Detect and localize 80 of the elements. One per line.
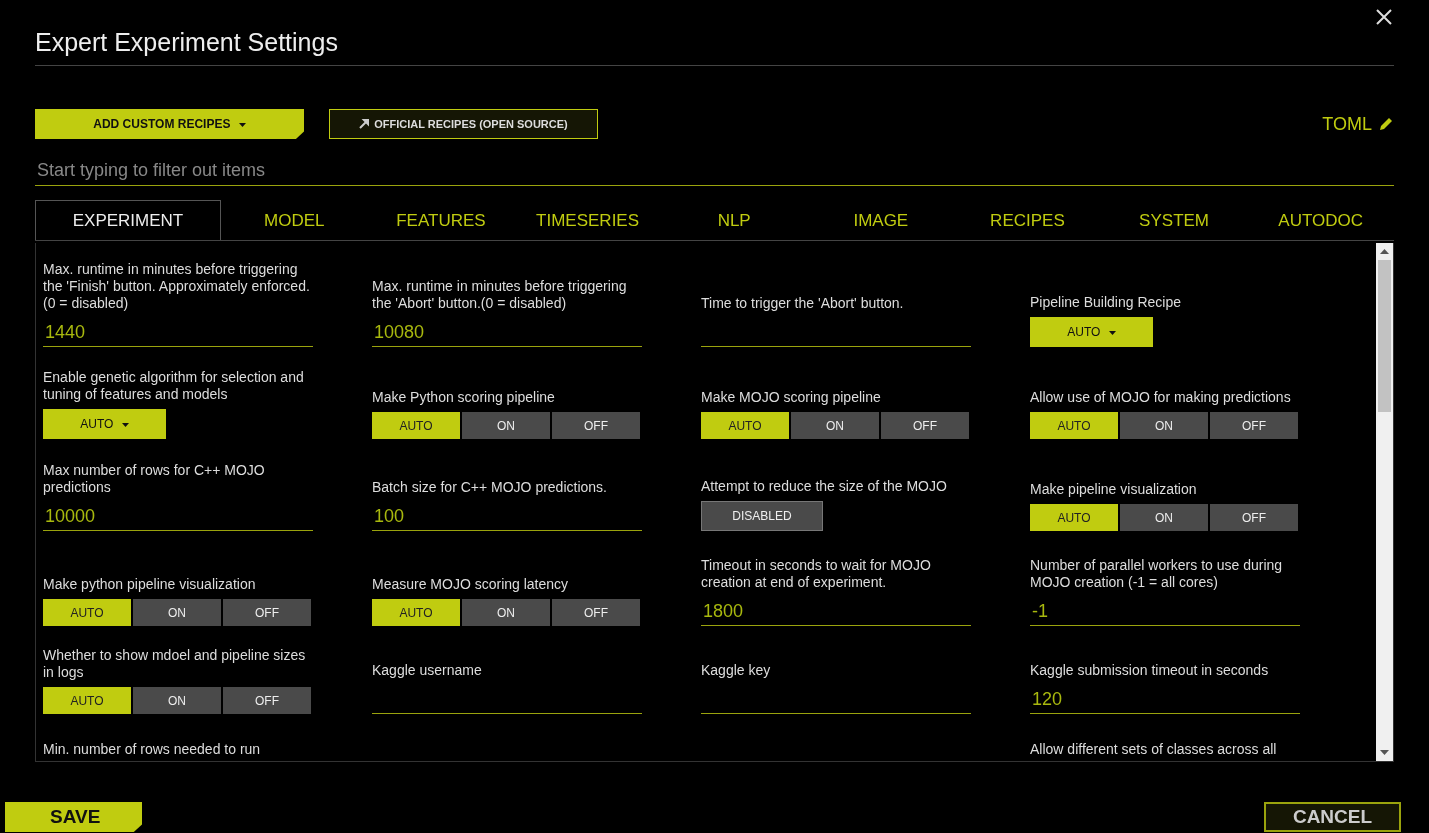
filter-field[interactable]: Start typing to filter out items bbox=[35, 156, 1394, 186]
segment-button[interactable]: AUTO bbox=[372, 412, 460, 439]
setting-label: Whether to show mdoel and pipeline sizes in logs bbox=[43, 647, 307, 681]
setting-label: Enable genetic algorithm for selection and tuning of features and models bbox=[43, 369, 305, 403]
input-field[interactable]: 1800 bbox=[701, 597, 971, 626]
segment-button[interactable]: ON bbox=[133, 599, 221, 626]
scrollbar[interactable] bbox=[1376, 243, 1393, 761]
scroll-down-icon[interactable] bbox=[1380, 750, 1389, 755]
segment-button[interactable]: AUTO bbox=[701, 412, 789, 439]
close-button[interactable] bbox=[1375, 8, 1393, 26]
official-recipes-button[interactable]: OFFICIAL RECIPES (OPEN SOURCE) bbox=[329, 109, 598, 139]
segment-button[interactable]: OFF bbox=[881, 412, 969, 439]
toml-button[interactable]: TOML bbox=[1322, 113, 1394, 135]
setting-label: Measure MOJO scoring latency bbox=[372, 576, 570, 593]
segment-button[interactable]: OFF bbox=[1210, 412, 1298, 439]
input-field[interactable]: 10080 bbox=[372, 318, 642, 347]
input-field[interactable]: 10000 bbox=[43, 502, 313, 531]
setting-label: Make pipeline visualization bbox=[1030, 481, 1198, 498]
tab[interactable]: RECIPES bbox=[954, 200, 1101, 240]
tab[interactable]: NLP bbox=[660, 200, 808, 240]
caret-icon bbox=[238, 122, 246, 127]
segment-button[interactable]: OFF bbox=[223, 599, 311, 626]
setting-label: Number of parallel workers to use during MOJO creation (-1 = all cores) bbox=[1030, 557, 1284, 591]
caret-icon bbox=[121, 422, 129, 427]
tab[interactable]: MODEL bbox=[221, 200, 368, 240]
segment-button[interactable]: AUTO bbox=[1030, 504, 1118, 531]
setting-label: Max. runtime in minutes before triggering the 'Finish' button. Approximately enforced. (0 = disabled) bbox=[43, 261, 311, 312]
tab[interactable]: FEATURES bbox=[367, 200, 515, 240]
pencil-icon bbox=[1378, 116, 1394, 132]
segment-button[interactable]: OFF bbox=[552, 599, 640, 626]
setting-label: Make python pipeline visualization bbox=[43, 576, 257, 593]
tab[interactable]: TIMESERIES bbox=[514, 200, 661, 240]
setting-label: Attempt to reduce the size of the MOJO bbox=[701, 478, 948, 495]
setting-label: Make MOJO scoring pipeline bbox=[701, 389, 882, 406]
segment-button[interactable]: AUTO bbox=[372, 599, 460, 626]
setting-label: Time to trigger the 'Abort' button. bbox=[701, 295, 905, 312]
dropdown-button[interactable]: AUTO bbox=[43, 409, 166, 439]
setting-label: Max number of rows for C++ MOJO predictions bbox=[43, 462, 266, 496]
setting-label: Kaggle submission timeout in seconds bbox=[1030, 662, 1270, 679]
segment-button[interactable]: OFF bbox=[1210, 504, 1298, 531]
setting-label: Allow different sets of classes across all bbox=[1030, 741, 1278, 758]
caret-icon bbox=[1108, 330, 1116, 335]
setting-label: Pipeline Building Recipe bbox=[1030, 294, 1182, 311]
segment-button[interactable]: AUTO bbox=[1030, 412, 1118, 439]
segment-button[interactable]: ON bbox=[462, 412, 550, 439]
scroll-up-icon[interactable] bbox=[1380, 249, 1389, 254]
input-field[interactable]: 100 bbox=[372, 502, 642, 531]
tab[interactable]: AUTODOC bbox=[1247, 200, 1394, 240]
add-recipes-button[interactable]: ADD CUSTOM RECIPES bbox=[35, 109, 304, 139]
tab[interactable]: EXPERIMENT bbox=[35, 200, 221, 240]
segment-button[interactable]: ON bbox=[791, 412, 879, 439]
cancel-button[interactable]: CANCEL bbox=[1264, 802, 1401, 832]
input-field[interactable]: 1440 bbox=[43, 318, 313, 347]
segment-button[interactable]: ON bbox=[1120, 412, 1208, 439]
tab[interactable]: IMAGE bbox=[807, 200, 955, 240]
segment-button[interactable]: ON bbox=[133, 687, 221, 714]
arrow-icon bbox=[359, 119, 370, 129]
setting-label: Batch size for C++ MOJO predictions. bbox=[372, 479, 608, 496]
dropdown-button[interactable]: AUTO bbox=[1030, 317, 1153, 347]
setting-label: Make Python scoring pipeline bbox=[372, 389, 556, 406]
input-field[interactable]: -1 bbox=[1030, 597, 1300, 626]
setting-label: Kaggle username bbox=[372, 662, 483, 679]
setting-label: Min. number of rows needed to run bbox=[43, 741, 262, 758]
segment-button[interactable]: AUTO bbox=[43, 599, 131, 626]
segment-button[interactable]: ON bbox=[462, 599, 550, 626]
close-icon bbox=[1375, 8, 1393, 26]
segment-button[interactable]: ON bbox=[1120, 504, 1208, 531]
segment-button[interactable]: OFF bbox=[552, 412, 640, 439]
dialog-title: Expert Experiment Settings bbox=[35, 0, 1394, 66]
tab[interactable]: SYSTEM bbox=[1100, 200, 1248, 240]
segment-button[interactable]: OFF bbox=[223, 687, 311, 714]
setting-label: Timeout in seconds to wait for MOJO creation at end of experiment. bbox=[701, 557, 932, 591]
save-button[interactable]: SAVE bbox=[5, 802, 142, 832]
setting-label: Max. runtime in minutes before triggering the 'Abort' button.(0 = disabled) bbox=[372, 278, 628, 312]
setting-label: Allow use of MOJO for making predictions bbox=[1030, 389, 1292, 406]
segment-button[interactable]: AUTO bbox=[43, 687, 131, 714]
scrollbar-thumb[interactable] bbox=[1378, 260, 1391, 412]
input-field[interactable]: 120 bbox=[1030, 685, 1300, 714]
toggle-button[interactable]: DISABLED bbox=[701, 501, 823, 531]
setting-label: Kaggle key bbox=[701, 662, 772, 679]
